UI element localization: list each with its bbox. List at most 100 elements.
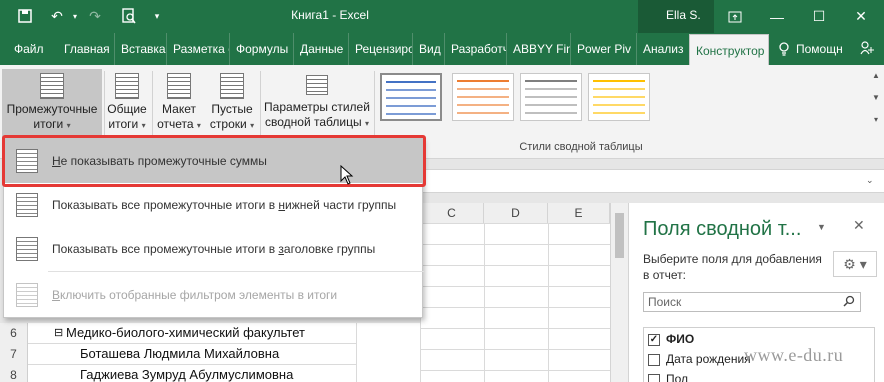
grand-totals-icon [115,73,139,99]
subtotals-label-1: Промежуточные [6,102,98,116]
dropdown-arrow-icon: ▾ [250,121,255,130]
style-row [386,89,436,91]
name-cell[interactable]: Боташева Людмила Михайловна [80,346,279,361]
share-icon[interactable] [860,41,876,57]
highlight-annotation [2,135,426,187]
grand-totals-button[interactable]: Общие итоги ▾ [104,69,150,141]
dropdown-arrow-icon: ▾ [196,121,201,130]
column-headers: C D E [420,203,610,223]
row-number[interactable]: 7 [0,344,28,365]
tab-data[interactable]: Данные [294,33,349,65]
gallery-more-icon[interactable]: ▾ [870,115,882,137]
style-options-label-2: сводной таблицы [265,115,362,129]
checkbox-checked-icon[interactable]: ✓ [648,333,660,346]
worksheet-grid[interactable] [420,223,610,382]
maximize-icon[interactable]: ☐ [798,0,840,33]
blank-rows-button[interactable]: Пустые строки ▾ [206,69,258,141]
checkbox[interactable] [648,373,660,382]
formula-expand-icon[interactable]: ⌄ [866,175,874,186]
style-row [386,113,436,115]
tab-abbyy[interactable]: ABBYY Fin [507,33,571,65]
gear-icon[interactable]: ⚙ ▾ [833,251,877,277]
minimize-icon[interactable]: — [756,0,798,33]
menu-item-subtotals-top[interactable]: Показывать все промежуточные итоги в заг… [4,227,424,271]
menu-item-subtotals-bottom[interactable]: Показывать все промежуточные итоги в ниж… [4,183,424,227]
tab-tell-me[interactable]: Помощн [790,33,854,65]
dropdown-arrow-icon: ▾ [364,119,369,128]
accelerator-key: В [52,288,61,302]
gallery-scroll-up-icon[interactable]: ▲ [870,71,882,93]
label-part: Показывать все промежуточные итоги в [52,198,279,212]
label-part: ижней части группы [285,198,397,212]
label-part: аголовке группы [283,242,376,256]
tab-insert[interactable]: Вставка [115,33,167,65]
tab-home[interactable]: Главная [58,33,115,65]
label-part: ключить отобранные фильтром элементы в и… [60,288,338,302]
pivot-style-gray[interactable] [520,73,582,121]
tab-design[interactable]: Конструктор [689,34,769,65]
styles-group-label: Стили сводной таблицы [519,141,643,153]
filtered-items-icon [16,283,38,307]
worksheet-rows: 6 ⊟ Медико-биолого-химический факультет … [0,323,356,382]
tab-analyze[interactable]: Анализ [637,33,689,65]
row-number[interactable]: 8 [0,365,28,382]
close-icon[interactable]: ✕ [853,217,865,234]
style-row [457,104,509,106]
pane-options-dropdown-icon[interactable]: ▼ [817,222,826,232]
style-row [525,96,577,98]
column-header-e[interactable]: E [548,203,610,223]
report-layout-button[interactable]: Макет отчета ▾ [154,69,204,141]
grand-totals-label-2: итоги [108,117,139,131]
pivot-style-orange[interactable] [452,73,514,121]
scrollbar-thumb[interactable] [615,213,624,258]
user-name[interactable]: Ella S. [638,0,714,33]
tab-file[interactable]: Файл [8,33,48,65]
gallery-scroll-down-icon[interactable]: ▼ [870,93,882,115]
style-options-button[interactable]: Параметры стилей сводной таблицы ▾ [262,69,372,141]
tab-page-layout[interactable]: Разметка с [167,33,230,65]
tab-power-pivot[interactable]: Power Piv [571,33,637,65]
blank-rows-label-1: Пустые [211,102,253,116]
field-item[interactable]: ✓ ФИО [648,332,694,350]
ribbon-tabs: Файл Главная Вставка Разметка с Формулы … [0,33,884,65]
field-item[interactable]: Пол [648,372,688,382]
tab-view[interactable]: Вид [413,33,445,65]
pivot-style-gold[interactable] [588,73,650,121]
ribbon-display-icon[interactable] [714,0,756,33]
column-header-d[interactable]: D [484,203,548,223]
report-layout-label-1: Макет [162,102,196,116]
faculty-cell[interactable]: Медико-биолого-химический факультет [66,325,305,340]
vertical-scrollbar[interactable] [610,203,628,382]
subtotals-top-icon [16,237,38,261]
collapse-icon[interactable]: ⊟ [54,326,63,339]
tab-developer[interactable]: Разработч [445,33,507,65]
subtotals-label-2: итоги [33,117,64,131]
report-layout-icon [167,73,191,99]
row-number[interactable]: 6 [0,323,28,344]
worksheet-grid[interactable] [356,323,420,382]
name-cell[interactable]: Гаджиева Зумруд Абулмуслимовна [80,367,293,382]
pivot-style-blue[interactable] [380,73,442,121]
close-icon[interactable]: ✕ [840,0,882,33]
style-row [593,104,645,106]
checkbox[interactable] [648,353,660,366]
formula-bar[interactable] [420,169,884,193]
label-part: Показывать все промежуточные итоги в [52,242,279,256]
tab-formulas[interactable]: Формулы [230,33,294,65]
menu-item-label: Показывать все промежуточные итоги в ниж… [52,198,396,212]
title-bar: ↶ ▾ ↷ ▾ Книга1 - Excel Ella S. — ☐ ✕ [0,0,884,33]
field-item[interactable]: Дата рождения [648,352,751,370]
column-header-c[interactable]: C [420,203,484,223]
table-row: 7 Боташева Людмила Михайловна [0,344,356,365]
style-row [457,112,509,114]
style-row [525,80,577,82]
blank-rows-icon [220,73,244,99]
subtotals-button[interactable]: Промежуточные итоги ▾ [2,69,102,141]
report-layout-label-2: отчета [157,117,194,131]
field-label: Пол [666,372,689,382]
search-icon [843,295,855,310]
menu-item-label: Показывать все промежуточные итоги в заг… [52,242,375,256]
tab-review[interactable]: Рецензиро [349,33,413,65]
subtotals-bottom-icon [16,193,38,217]
search-input[interactable]: Поиск [643,292,861,312]
